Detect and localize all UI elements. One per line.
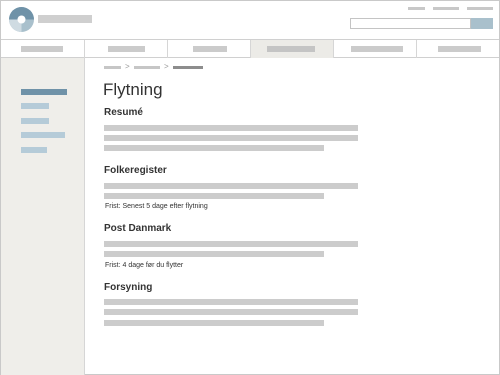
text-line [104,145,324,151]
nav-item-4-active[interactable] [251,40,334,58]
text-line [104,183,358,189]
nav-item-6-label [438,46,481,52]
section-title-forsyning: Forsyning [104,282,153,293]
text-line [104,251,324,257]
text-line [104,320,324,326]
text-line [104,135,358,141]
text-line [104,309,358,315]
top-link-3[interactable] [467,7,493,10]
search-button[interactable] [471,18,493,29]
logo-icon[interactable] [9,7,34,32]
sidebar-item-4[interactable] [21,132,65,138]
sidebar-item-1-active[interactable] [21,89,67,95]
deadline-note: Frist: 4 dage før du flytter [105,262,184,269]
section-title-resume: Resumé [104,107,143,118]
text-line [104,193,324,199]
nav-item-2-label [108,46,145,52]
site-name[interactable] [38,15,92,23]
nav-item-2[interactable] [85,40,168,58]
page-frame: > > Flytning Resumé Folkeregister Frist:… [0,0,500,375]
deadline-note: Frist: Senest 5 dage efter flytning [105,203,208,210]
nav-item-3-label [193,46,227,52]
breadcrumb-current [173,66,203,69]
sidebar-item-3[interactable] [21,118,49,124]
section-title-folkeregister: Folkeregister [104,165,167,176]
nav-item-6[interactable] [417,40,499,58]
breadcrumb-item-2[interactable] [134,66,160,69]
main-nav [1,39,499,58]
sidebar-item-2[interactable] [21,103,49,109]
breadcrumb-item-1[interactable] [104,66,121,69]
nav-item-1-label [21,46,63,52]
sidebar [1,58,85,375]
breadcrumb-separator-icon: > [125,62,130,71]
breadcrumb-separator-icon: > [164,62,169,71]
top-link-2[interactable] [433,7,459,10]
site-header [1,1,499,39]
text-line [104,241,358,247]
nav-item-5[interactable] [334,40,417,58]
nav-item-3[interactable] [168,40,251,58]
sidebar-item-5[interactable] [21,147,47,153]
nav-item-4-label [267,46,315,52]
search-input[interactable] [350,18,471,29]
page-title: Flytning [103,80,163,99]
nav-item-1[interactable] [1,40,85,58]
text-line [104,299,358,305]
top-link-1[interactable] [408,7,425,10]
nav-item-5-label [351,46,403,52]
section-title-post-danmark: Post Danmark [104,223,172,234]
text-line [104,125,358,131]
